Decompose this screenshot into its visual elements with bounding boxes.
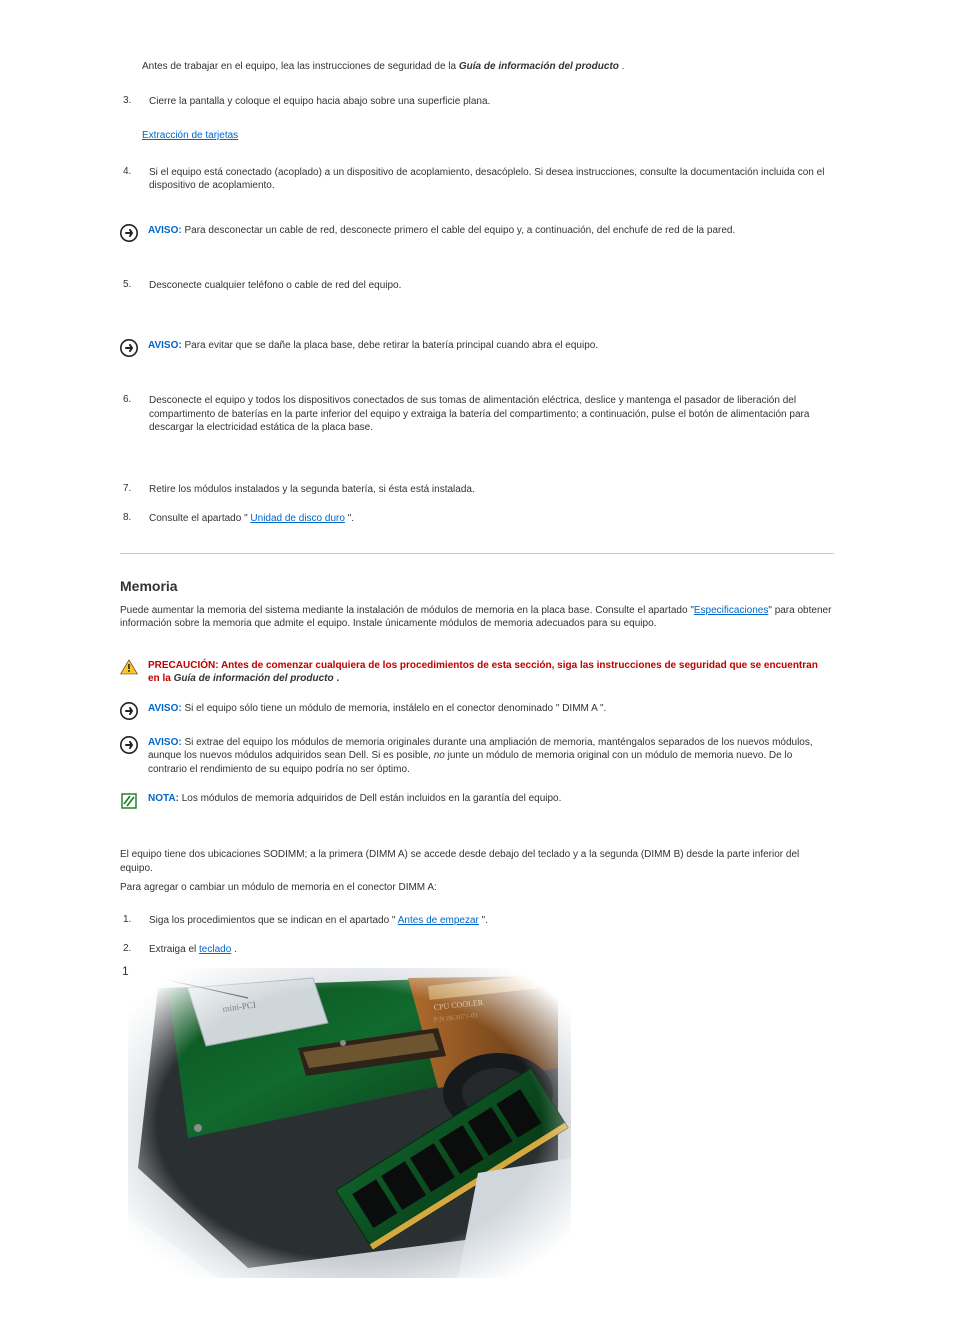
aviso-3-text: Para evitar que se dañe la placa base, d… (185, 340, 599, 351)
aviso-2-label: AVISO: (148, 225, 182, 236)
link-teclado[interactable]: teclado (199, 944, 231, 955)
step-4-number: 4. (122, 165, 146, 194)
note-label: NOTA: (148, 793, 179, 804)
memory-step-2: 2. Extraiga el teclado . (120, 940, 240, 960)
memory-two-locations: El equipo tiene dos ubicaciones SODIMM; … (120, 848, 834, 875)
intro-doc: Guía de información del producto (459, 61, 619, 72)
step-3-text: Cierre la pantalla y coloque el equipo h… (148, 94, 491, 110)
step-8-suffix: ". (348, 513, 354, 524)
step-5-text: Desconecte cualquier teléfono o cable de… (148, 278, 402, 294)
precaution-suffix: . (336, 673, 339, 684)
step-8-prefix: Consulte el apartado " (149, 513, 248, 524)
image-marker-1: 1 (122, 964, 129, 978)
step-7-number: 7. (122, 482, 146, 498)
step-3: 3. Cierre la pantalla y coloque el equip… (120, 92, 493, 112)
memory-photo: 1 (128, 968, 571, 1278)
step-8-number: 8. (122, 511, 146, 527)
aviso-a-label: AVISO: (148, 703, 182, 714)
memory-step-1: 1. Siga los procedimientos que se indica… (120, 911, 491, 931)
aviso-originals: AVISO: Si extrae del equipo los módulos … (120, 734, 834, 779)
link-especificaciones[interactable]: Especificaciones (694, 605, 768, 616)
aviso-2-text: Para desconectar un cable de red, descon… (185, 225, 736, 236)
aviso-dimma: AVISO: Si el equipo sólo tiene un módulo… (120, 700, 834, 722)
step-5: 5. Desconecte cualquier teléfono o cable… (120, 276, 404, 296)
aviso-3: AVISO: Para evitar que se dañe la placa … (120, 337, 834, 359)
step-6-number: 6. (122, 393, 146, 436)
link-hdd[interactable]: Unidad de disco duro (250, 513, 345, 524)
memory-step-1-suffix: ". (482, 915, 488, 926)
step-4-text: Si el equipo está conectado (acoplado) a… (148, 165, 832, 194)
intro-suffix: . (622, 61, 625, 72)
aviso-b-no: no (434, 750, 445, 761)
memory-step-2-suffix: . (234, 944, 237, 955)
aviso-3-label: AVISO: (148, 340, 182, 351)
aviso-a-slot: DIMM A (562, 703, 597, 714)
step-8: 8. Consulte el apartado " Unidad de disc… (120, 509, 357, 529)
aviso-icon (120, 339, 144, 357)
precaution: PRECAUCIÓN: Antes de comenzar cualquiera… (120, 657, 834, 688)
intro-prefix: Antes de trabajar en el equipo, lea las … (142, 61, 459, 72)
aviso-2: AVISO: Para desconectar un cable de red,… (120, 222, 834, 244)
aviso-a-suffix: ". (600, 703, 606, 714)
precaution-doc: Guía de información del producto (174, 673, 334, 684)
step-5-number: 5. (122, 278, 146, 294)
aviso-icon (120, 702, 144, 720)
aviso-icon (120, 224, 144, 242)
step-4: 4. Si el equipo está conectado (acoplado… (120, 163, 834, 196)
link-extraccion-tarjetas[interactable]: Extracción de tarjetas (142, 130, 238, 141)
aviso-b-label: AVISO: (148, 737, 182, 748)
heading-memoria: Memoria (120, 578, 834, 594)
memory-step-1-prefix: Siga los procedimientos que se indican e… (149, 915, 395, 926)
note-text: Los módulos de memoria adquiridos de Del… (182, 793, 562, 804)
step-6-text: Desconecte el equipo y todos los disposi… (148, 393, 832, 436)
warning-icon (120, 659, 144, 675)
note-icon (120, 792, 144, 810)
memory-step-2-number: 2. (122, 942, 146, 958)
aviso-a-prefix: Si el equipo sólo tiene un módulo de mem… (185, 703, 560, 714)
laptop-internal-photo: mini-PCI CPU COOLER P/N 0K3071-01 (128, 968, 571, 1278)
memory-intro: Puede aumentar la memoria del sistema me… (120, 604, 834, 631)
section-divider (120, 553, 834, 554)
memory-step-2-prefix: Extraiga el (149, 944, 199, 955)
memory-step-1-number: 1. (122, 913, 146, 929)
aviso-icon (120, 736, 144, 754)
memory-intro-prefix: Puede aumentar la memoria del sistema me… (120, 605, 694, 616)
step-6: 6. Desconecte el equipo y todos los disp… (120, 391, 834, 438)
link-antes-empezar[interactable]: Antes de empezar (398, 915, 479, 926)
note-warranty: NOTA: Los módulos de memoria adquiridos … (120, 790, 834, 812)
memory-addchange: Para agregar o cambiar un módulo de memo… (120, 881, 834, 895)
step-3-number: 3. (122, 94, 146, 110)
step-7-text: Retire los módulos instalados y la segun… (148, 482, 476, 498)
step-7: 7. Retire los módulos instalados y la se… (120, 480, 478, 500)
